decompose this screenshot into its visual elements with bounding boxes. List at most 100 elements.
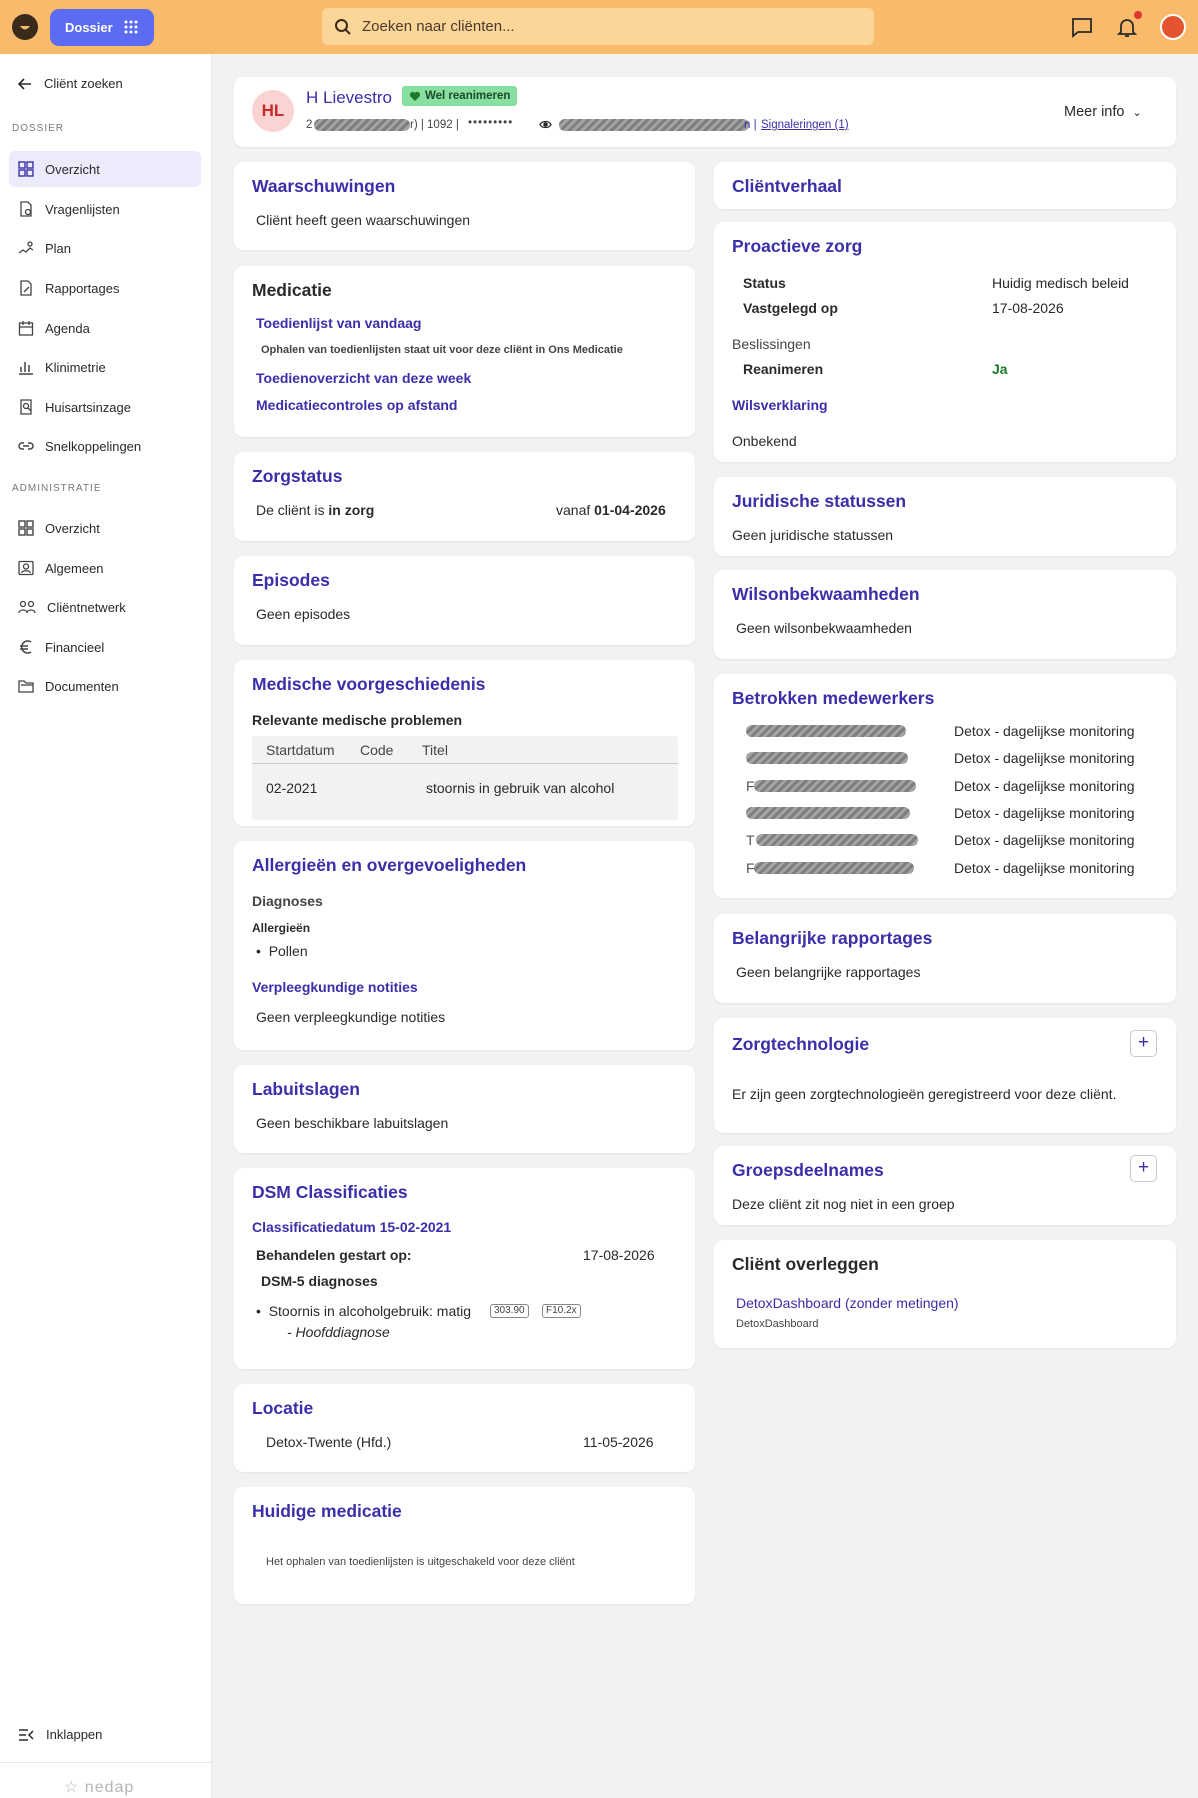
code-badge: F10.2x xyxy=(542,1304,581,1318)
allergie-value: Pollen xyxy=(268,943,308,959)
toedienoverzicht-link[interactable]: Toedienoverzicht van deze week xyxy=(256,370,471,386)
card-title: Zorgtechnologie xyxy=(732,1034,870,1054)
client-search-input[interactable]: Zoeken naar cliënten... xyxy=(322,8,874,45)
sidebar-item-label: Overzicht xyxy=(45,520,100,536)
client-name[interactable]: H Lievestro xyxy=(306,88,392,108)
col-titel: Titel xyxy=(422,742,448,758)
card-title: Cliënt overleggen xyxy=(732,1254,879,1274)
chat-icon[interactable] xyxy=(1070,15,1094,39)
folder-icon xyxy=(18,680,34,693)
sidebar-item-snelkoppelingen[interactable]: Snelkoppelingen xyxy=(9,428,201,464)
sidebar-item-rapportages[interactable]: Rapportages xyxy=(9,270,201,306)
toedienlijst-link[interactable]: Toedienlijst van vandaag xyxy=(256,315,421,331)
card-zorgtechnologie: Zorgtechnologie + Er zijn geen zorgtechn… xyxy=(714,1018,1176,1133)
meer-info-button[interactable]: Meer info ⌄ xyxy=(1064,104,1142,120)
redacted-name xyxy=(754,780,916,792)
sidebar-item-plan[interactable]: Plan xyxy=(9,230,201,266)
redacted-name xyxy=(746,752,908,764)
wilsverklaring-value: Onbekend xyxy=(732,433,797,449)
sidebar-item-algemeen[interactable]: Algemeen xyxy=(9,550,201,586)
top-bar: Dossier Zoeken naar cliënten... xyxy=(0,0,1198,54)
add-zorgtechnologie-button[interactable]: + xyxy=(1130,1030,1157,1057)
medewerker-role: Detox - dagelijkse monitoring xyxy=(954,860,1135,876)
card-juridische: Juridische statussen Geen juridische sta… xyxy=(714,477,1176,556)
app-logo[interactable] xyxy=(12,14,38,40)
redacted-name xyxy=(746,807,910,819)
sidebar-item-clientnetwerk[interactable]: Cliëntnetwerk xyxy=(9,589,201,625)
medewerker-role: Detox - dagelijkse monitoring xyxy=(954,805,1135,821)
dossier-button[interactable]: Dossier xyxy=(50,9,154,46)
medicatie-note: Ophalen van toedienlijsten staat uit voo… xyxy=(261,344,623,356)
classificatiedatum-link[interactable]: Classificatiedatum 15-02-2021 xyxy=(252,1219,451,1235)
notities-link[interactable]: Verpleegkundige notities xyxy=(252,979,418,995)
client-avatar: HL xyxy=(252,90,294,132)
sidebar-item-label: Overzicht xyxy=(45,161,100,177)
card-title: Juridische statussen xyxy=(732,491,907,511)
sidebar-item-overzicht[interactable]: Overzicht xyxy=(9,151,201,187)
card-text: Geen belangrijke rapportages xyxy=(736,964,921,980)
beslissingen-label: Beslissingen xyxy=(732,336,811,352)
sidebar-item-documenten[interactable]: Documenten xyxy=(9,668,201,704)
card-title: Waarschuwingen xyxy=(252,176,396,196)
back-to-client-search[interactable]: Cliënt zoeken xyxy=(18,76,123,91)
link-icon xyxy=(18,442,34,450)
logo-icon xyxy=(18,20,32,34)
signaleringen-link[interactable]: Signaleringen (1) xyxy=(761,119,849,131)
eye-icon[interactable] xyxy=(539,119,552,130)
card-title: Betrokken medewerkers xyxy=(732,688,935,708)
sidebar-item-huisartsinzage[interactable]: Huisartsinzage xyxy=(9,389,201,425)
card-text: Er zijn geen zorgtechnologieën geregistr… xyxy=(732,1086,1117,1102)
card-title: Medicatie xyxy=(252,280,332,300)
sidebar-item-label: Plan xyxy=(45,240,72,256)
hoofddiagnose-label: - Hoofddiagnose xyxy=(287,1324,390,1340)
card-zorgstatus: Zorgstatus De cliënt is in zorg vanaf 01… xyxy=(234,452,695,541)
sidebar-item-agenda[interactable]: Agenda xyxy=(9,310,201,346)
card-title: Wilsonbekwaamheden xyxy=(732,584,920,604)
collapse-label: Inklappen xyxy=(46,1727,103,1742)
redacted-field xyxy=(314,119,410,131)
brand-label: nedap xyxy=(84,1779,135,1796)
wilsverklaring-link[interactable]: Wilsverklaring xyxy=(732,397,828,413)
sidebar-item-admin-overzicht[interactable]: Overzicht xyxy=(9,510,201,546)
collapse-icon xyxy=(19,1728,34,1741)
overleg-link[interactable]: DetoxDashboard (zonder metingen) xyxy=(736,1295,959,1311)
collapse-sidebar-button[interactable]: Inklappen xyxy=(18,1727,102,1742)
card-clientverhaal[interactable]: Cliëntverhaal xyxy=(714,162,1176,209)
code-badge: 303.90 xyxy=(490,1304,529,1318)
card-wilsonbekwaamheden: Wilsonbekwaamheden Geen wilsonbekwaamhed… xyxy=(714,570,1176,659)
person-icon xyxy=(18,560,34,576)
euro-icon xyxy=(20,640,32,654)
status-label: Status xyxy=(743,275,786,291)
calendar-icon xyxy=(18,321,34,336)
user-avatar[interactable] xyxy=(1160,14,1186,40)
client-meta-suffix: n | xyxy=(744,119,757,131)
status-value: Huidig medisch beleid xyxy=(992,275,1129,291)
card-text: Geen wilsonbekwaamheden xyxy=(736,620,912,636)
card-client-overleggen: Cliënt overleggen DetoxDashboard (zonder… xyxy=(714,1240,1176,1348)
client-meta-prefix: 2 xyxy=(306,119,313,131)
card-dsm: DSM Classificaties Classificatiedatum 15… xyxy=(234,1168,695,1369)
medewerker-role: Detox - dagelijkse monitoring xyxy=(954,750,1135,766)
sidebar-item-financieel[interactable]: Financieel xyxy=(9,629,201,665)
sidebar-item-vragenlijsten[interactable]: Vragenlijsten xyxy=(9,191,201,227)
card-title: Groepsdeelnames xyxy=(732,1160,884,1180)
card-title: Locatie xyxy=(252,1398,314,1418)
medewerker-initial: T xyxy=(746,832,755,848)
sidebar-item-klinimetrie[interactable]: Klinimetrie xyxy=(9,349,201,385)
sidebar-item-label: Agenda xyxy=(45,320,90,336)
grid-icon xyxy=(18,161,34,177)
add-groep-button[interactable]: + xyxy=(1130,1155,1157,1182)
locatie-name: Detox-Twente (Hfd.) xyxy=(266,1434,392,1450)
dsm5-label: DSM-5 diagnoses xyxy=(261,1273,378,1289)
report-icon xyxy=(20,280,32,296)
section-administratie: ADMINISTRATIE xyxy=(12,483,102,494)
redacted-name xyxy=(756,834,918,846)
card-belangrijke-rapportages: Belangrijke rapportages Geen belangrijke… xyxy=(714,914,1176,1003)
medewerker-role: Detox - dagelijkse monitoring xyxy=(954,723,1135,739)
sidebar-item-label: Documenten xyxy=(45,678,119,694)
allergieen-label: Allergieën xyxy=(252,921,311,935)
medewerker-role: Detox - dagelijkse monitoring xyxy=(954,832,1135,848)
medicatiecontroles-link[interactable]: Medicatiecontroles op afstand xyxy=(256,397,457,413)
reanimeren-label: Reanimeren xyxy=(743,361,824,377)
card-title: Episodes xyxy=(252,570,330,590)
